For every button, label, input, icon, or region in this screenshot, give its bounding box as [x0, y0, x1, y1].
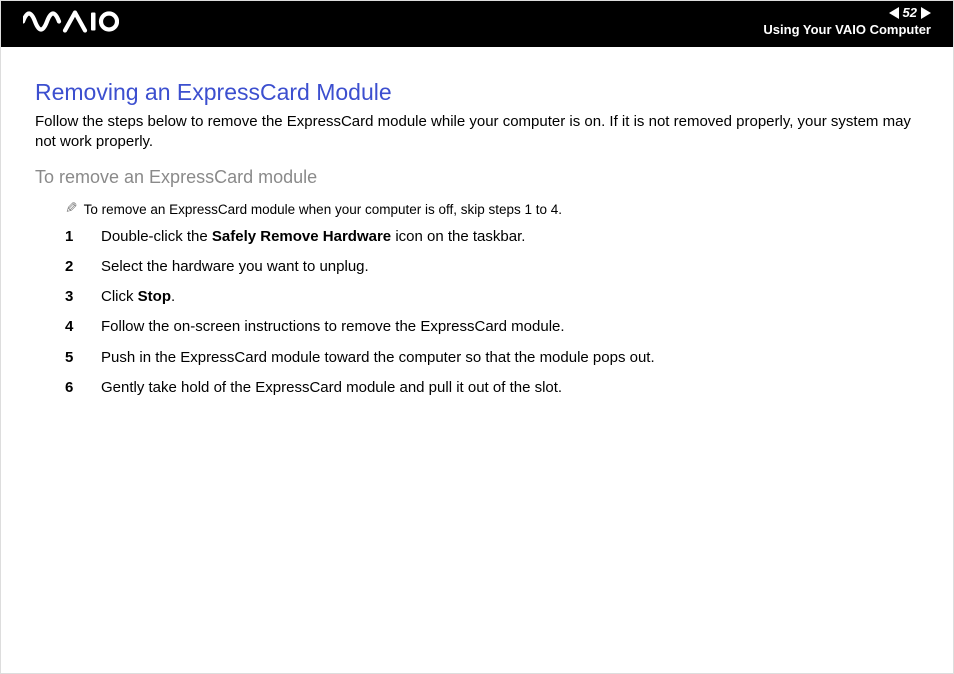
- step-number: 6: [65, 378, 101, 398]
- step-text: Push in the ExpressCard module toward th…: [101, 348, 655, 368]
- prev-page-icon[interactable]: [889, 7, 899, 19]
- intro-paragraph: Follow the steps below to remove the Exp…: [35, 112, 919, 153]
- steps-list: 1Double-click the Safely Remove Hardware…: [35, 227, 919, 399]
- step-text: Select the hardware you want to unplug.: [101, 257, 369, 277]
- step-number: 1: [65, 227, 101, 247]
- section-label: Using Your VAIO Computer: [763, 22, 931, 37]
- list-item: 2Select the hardware you want to unplug.: [35, 257, 919, 277]
- list-item: 6Gently take hold of the ExpressCard mod…: [35, 378, 919, 398]
- list-item: 1Double-click the Safely Remove Hardware…: [35, 227, 919, 247]
- list-item: 5Push in the ExpressCard module toward t…: [35, 348, 919, 368]
- step-text: Double-click the Safely Remove Hardware …: [101, 227, 525, 247]
- list-item: 3Click Stop.: [35, 287, 919, 307]
- note-block: ✎ To remove an ExpressCard module when y…: [65, 202, 919, 217]
- step-number: 2: [65, 257, 101, 277]
- step-number: 3: [65, 287, 101, 307]
- list-item: 4Follow the on-screen instructions to re…: [35, 317, 919, 337]
- procedure-subheading: To remove an ExpressCard module: [35, 167, 919, 188]
- step-number: 4: [65, 317, 101, 337]
- note-pencil-icon: ✎: [65, 201, 78, 216]
- step-number: 5: [65, 348, 101, 368]
- page-header: 52 Using Your VAIO Computer: [1, 1, 953, 47]
- step-text: Gently take hold of the ExpressCard modu…: [101, 378, 562, 398]
- note-text: To remove an ExpressCard module when you…: [84, 202, 562, 217]
- next-page-icon[interactable]: [921, 7, 931, 19]
- step-text: Follow the on-screen instructions to rem…: [101, 317, 565, 337]
- step-text: Click Stop.: [101, 287, 175, 307]
- page-title: Removing an ExpressCard Module: [35, 79, 919, 106]
- header-nav: 52 Using Your VAIO Computer: [763, 5, 931, 37]
- page-content: Removing an ExpressCard Module Follow th…: [1, 47, 953, 424]
- page-number: 52: [903, 5, 917, 20]
- vaio-logo-icon: [23, 11, 119, 38]
